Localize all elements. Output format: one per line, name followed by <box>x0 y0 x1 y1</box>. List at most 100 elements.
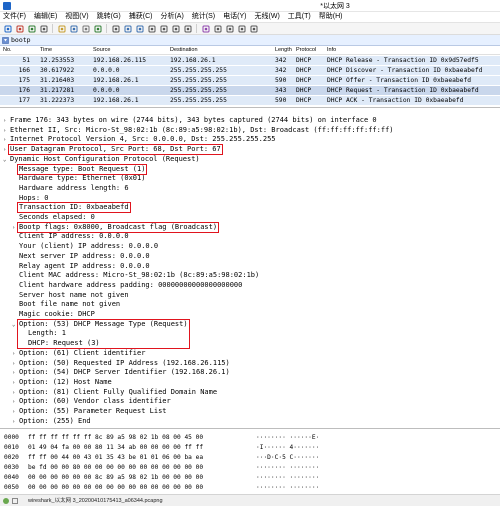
detail-tree-item[interactable]: › Frame 176: 343 bytes on wire (2744 bits… <box>3 116 377 125</box>
detail-tree-item[interactable]: Server host name not given <box>12 291 129 300</box>
capture-status-icon[interactable] <box>3 498 9 504</box>
menu-item-2[interactable]: 视图(V) <box>62 12 93 22</box>
detail-tree-item[interactable]: › Ethernet II, Src: Micro-St_98:02:1b (8c… <box>3 126 394 135</box>
colorize-icon[interactable] <box>201 24 210 33</box>
detail-tree-item[interactable]: › Option: (81) Client Fully Qualified Dom… <box>12 388 217 397</box>
detail-tree-item[interactable]: Client hardware address padding: 0000000… <box>12 281 242 290</box>
expand-arrow-icon[interactable]: › <box>3 117 10 126</box>
detail-tree-item[interactable]: Boot file name not given <box>12 300 120 309</box>
detail-tree-item[interactable]: Magic cookie: DHCP <box>12 310 95 319</box>
expand-arrow-icon[interactable]: › <box>12 389 19 398</box>
menu-item-5[interactable]: 分析(A) <box>157 12 188 22</box>
options-gear-icon[interactable] <box>39 24 48 33</box>
packet-cell-dst: 255.255.255.255 <box>170 67 227 74</box>
column-header-no[interactable]: No. <box>3 47 12 53</box>
first-packet-icon[interactable] <box>159 24 168 33</box>
close-file-icon[interactable] <box>81 24 90 33</box>
hex-bytes: 00 00 00 00 00 00 00 00 00 00 00 00 00 0… <box>28 484 204 491</box>
expand-arrow-icon[interactable]: › <box>12 408 19 417</box>
find-icon[interactable] <box>111 24 120 33</box>
last-packet-icon[interactable] <box>171 24 180 33</box>
packet-row[interactable]: 176 31.217281 0.0.0.0 255.255.255.255 343 DHC… <box>0 86 500 95</box>
column-header-protocol[interactable]: Protocol <box>296 47 316 53</box>
hex-ascii: ·I······ 4······· <box>256 444 320 451</box>
column-header-time[interactable]: Time <box>40 47 52 53</box>
resize-columns-icon[interactable] <box>249 24 258 33</box>
detail-tree-item[interactable]: Next server IP address: 0.0.0.0 <box>12 252 150 261</box>
packet-row[interactable]: 166 30.617922 0.0.0.0 255.255.255.255 342 DHC… <box>0 66 500 75</box>
column-header-destination[interactable]: Destination <box>170 47 198 53</box>
detail-tree-item[interactable]: Client MAC address: Micro-St_98:02:1b (8… <box>12 271 259 280</box>
hex-dump-row[interactable]: 0020 ff ff 00 44 00 43 01 35 43 be 01 01 … <box>0 453 500 463</box>
menu-item-4[interactable]: 捕获(C) <box>126 12 158 22</box>
detail-tree-item[interactable]: › Option: (54) DHCP Server Identifier (19… <box>12 368 230 377</box>
annotation-highlight-box <box>17 319 190 350</box>
packet-row[interactable]: 51 12.253553 192.168.26.115 192.168.26.1 342… <box>0 56 500 65</box>
back-arrow-icon[interactable] <box>123 24 132 33</box>
display-filter-input[interactable]: bootp <box>11 36 31 45</box>
reload-icon[interactable] <box>93 24 102 33</box>
hex-offset: 0000 <box>4 434 19 441</box>
restart-icon[interactable] <box>27 24 36 33</box>
hex-dump-row[interactable]: 0010 01 49 04 fa 00 00 80 11 34 ab 00 00 … <box>0 443 500 453</box>
detail-tree-item[interactable]: Hardware type: Ethernet (0x01) <box>12 174 145 183</box>
packet-row[interactable]: 177 31.222373 192.168.26.1 255.255.255.255 5… <box>0 96 500 105</box>
column-header-info[interactable]: Info <box>327 47 336 53</box>
expand-arrow-icon[interactable]: › <box>12 369 19 378</box>
packet-row[interactable]: 175 31.216403 192.168.26.1 255.255.255.255 5… <box>0 76 500 85</box>
detail-tree-label: Dynamic Host Configuration Protocol (Req… <box>10 154 200 163</box>
detail-tree-item[interactable]: Client IP address: 0.0.0.0 <box>12 232 129 241</box>
packet-cell-dst: 192.168.26.1 <box>170 57 216 64</box>
column-header-length[interactable]: Length <box>275 47 292 53</box>
expand-arrow-icon[interactable]: › <box>12 418 19 427</box>
detail-tree-item[interactable]: › Option: (55) Parameter Request List <box>12 407 167 416</box>
expert-info-icon[interactable] <box>12 498 18 504</box>
column-header-source[interactable]: Source <box>93 47 110 53</box>
zoom-out-icon[interactable] <box>225 24 234 33</box>
packet-cell-src: 192.168.26.115 <box>93 57 147 64</box>
expand-arrow-icon[interactable]: › <box>12 350 19 359</box>
detail-tree-label: Server host name not given <box>19 290 129 299</box>
shark-fin-icon[interactable] <box>3 24 12 33</box>
detail-tree-item[interactable]: ⌄ Dynamic Host Configuration Protocol (Re… <box>3 155 200 164</box>
detail-tree-item[interactable]: Your (client) IP address: 0.0.0.0 <box>12 242 158 251</box>
hex-dump-row[interactable]: 0040 00 00 00 00 00 00 8c 89 a5 98 02 1b … <box>0 473 500 483</box>
detail-tree-item[interactable]: › Option: (12) Host Name <box>12 378 112 387</box>
packet-cell-no: 51 <box>22 57 30 64</box>
menu-item-6[interactable]: 统计(S) <box>189 12 220 22</box>
hex-dump-row[interactable]: 0030 be fd 00 00 80 00 00 00 00 00 00 00 … <box>0 463 500 473</box>
menu-item-8[interactable]: 无线(W) <box>252 12 285 22</box>
menu-item-9[interactable]: 工具(T) <box>285 12 316 22</box>
display-filter-bar[interactable]: bootp <box>0 35 500 46</box>
save-file-icon[interactable] <box>69 24 78 33</box>
menu-item-10[interactable]: 帮助(H) <box>316 12 348 22</box>
detail-tree-item[interactable]: Relay agent IP address: 0.0.0.0 <box>12 262 150 271</box>
hex-dump-row[interactable]: 0000 ff ff ff ff ff ff 8c 89 a5 98 02 1b … <box>0 433 500 443</box>
stop-icon[interactable] <box>15 24 24 33</box>
normal-size-icon[interactable] <box>237 24 246 33</box>
menu-item-7[interactable]: 电话(Y) <box>220 12 251 22</box>
go-to-packet-icon[interactable] <box>147 24 156 33</box>
menu-item-0[interactable]: 文件(F) <box>0 12 31 22</box>
expand-arrow-icon[interactable]: › <box>12 360 19 369</box>
menu-item-1[interactable]: 编辑(E) <box>31 12 62 22</box>
detail-tree-item[interactable]: › Option: (61) Client identifier <box>12 349 145 358</box>
toolbar-separator <box>196 24 197 33</box>
detail-tree-item[interactable]: Seconds elapsed: 0 <box>12 213 95 222</box>
status-bar: wireshark_以太网 3_20200410175413_a06344.pc… <box>0 494 500 506</box>
collapse-arrow-icon[interactable]: ⌄ <box>3 156 10 165</box>
forward-arrow-icon[interactable] <box>135 24 144 33</box>
zoom-in-icon[interactable] <box>213 24 222 33</box>
expand-arrow-icon[interactable]: › <box>12 379 19 388</box>
menu-item-3[interactable]: 跳转(G) <box>94 12 126 22</box>
bookmark-filter-icon[interactable] <box>2 37 9 44</box>
hex-dump-row[interactable]: 0050 00 00 00 00 00 00 00 00 00 00 00 00 … <box>0 483 500 493</box>
expand-arrow-icon[interactable]: › <box>3 127 10 136</box>
autoscroll-icon[interactable] <box>183 24 192 33</box>
detail-tree-item[interactable]: › Option: (50) Requested IP Address (192.… <box>12 359 230 368</box>
detail-tree-item[interactable]: › Option: (60) Vendor class identifier <box>12 397 171 406</box>
expand-arrow-icon[interactable]: › <box>12 398 19 407</box>
detail-tree-item[interactable]: Hardware address length: 6 <box>12 184 129 193</box>
detail-tree-item[interactable]: › Option: (255) End <box>12 417 91 426</box>
open-file-icon[interactable] <box>57 24 66 33</box>
